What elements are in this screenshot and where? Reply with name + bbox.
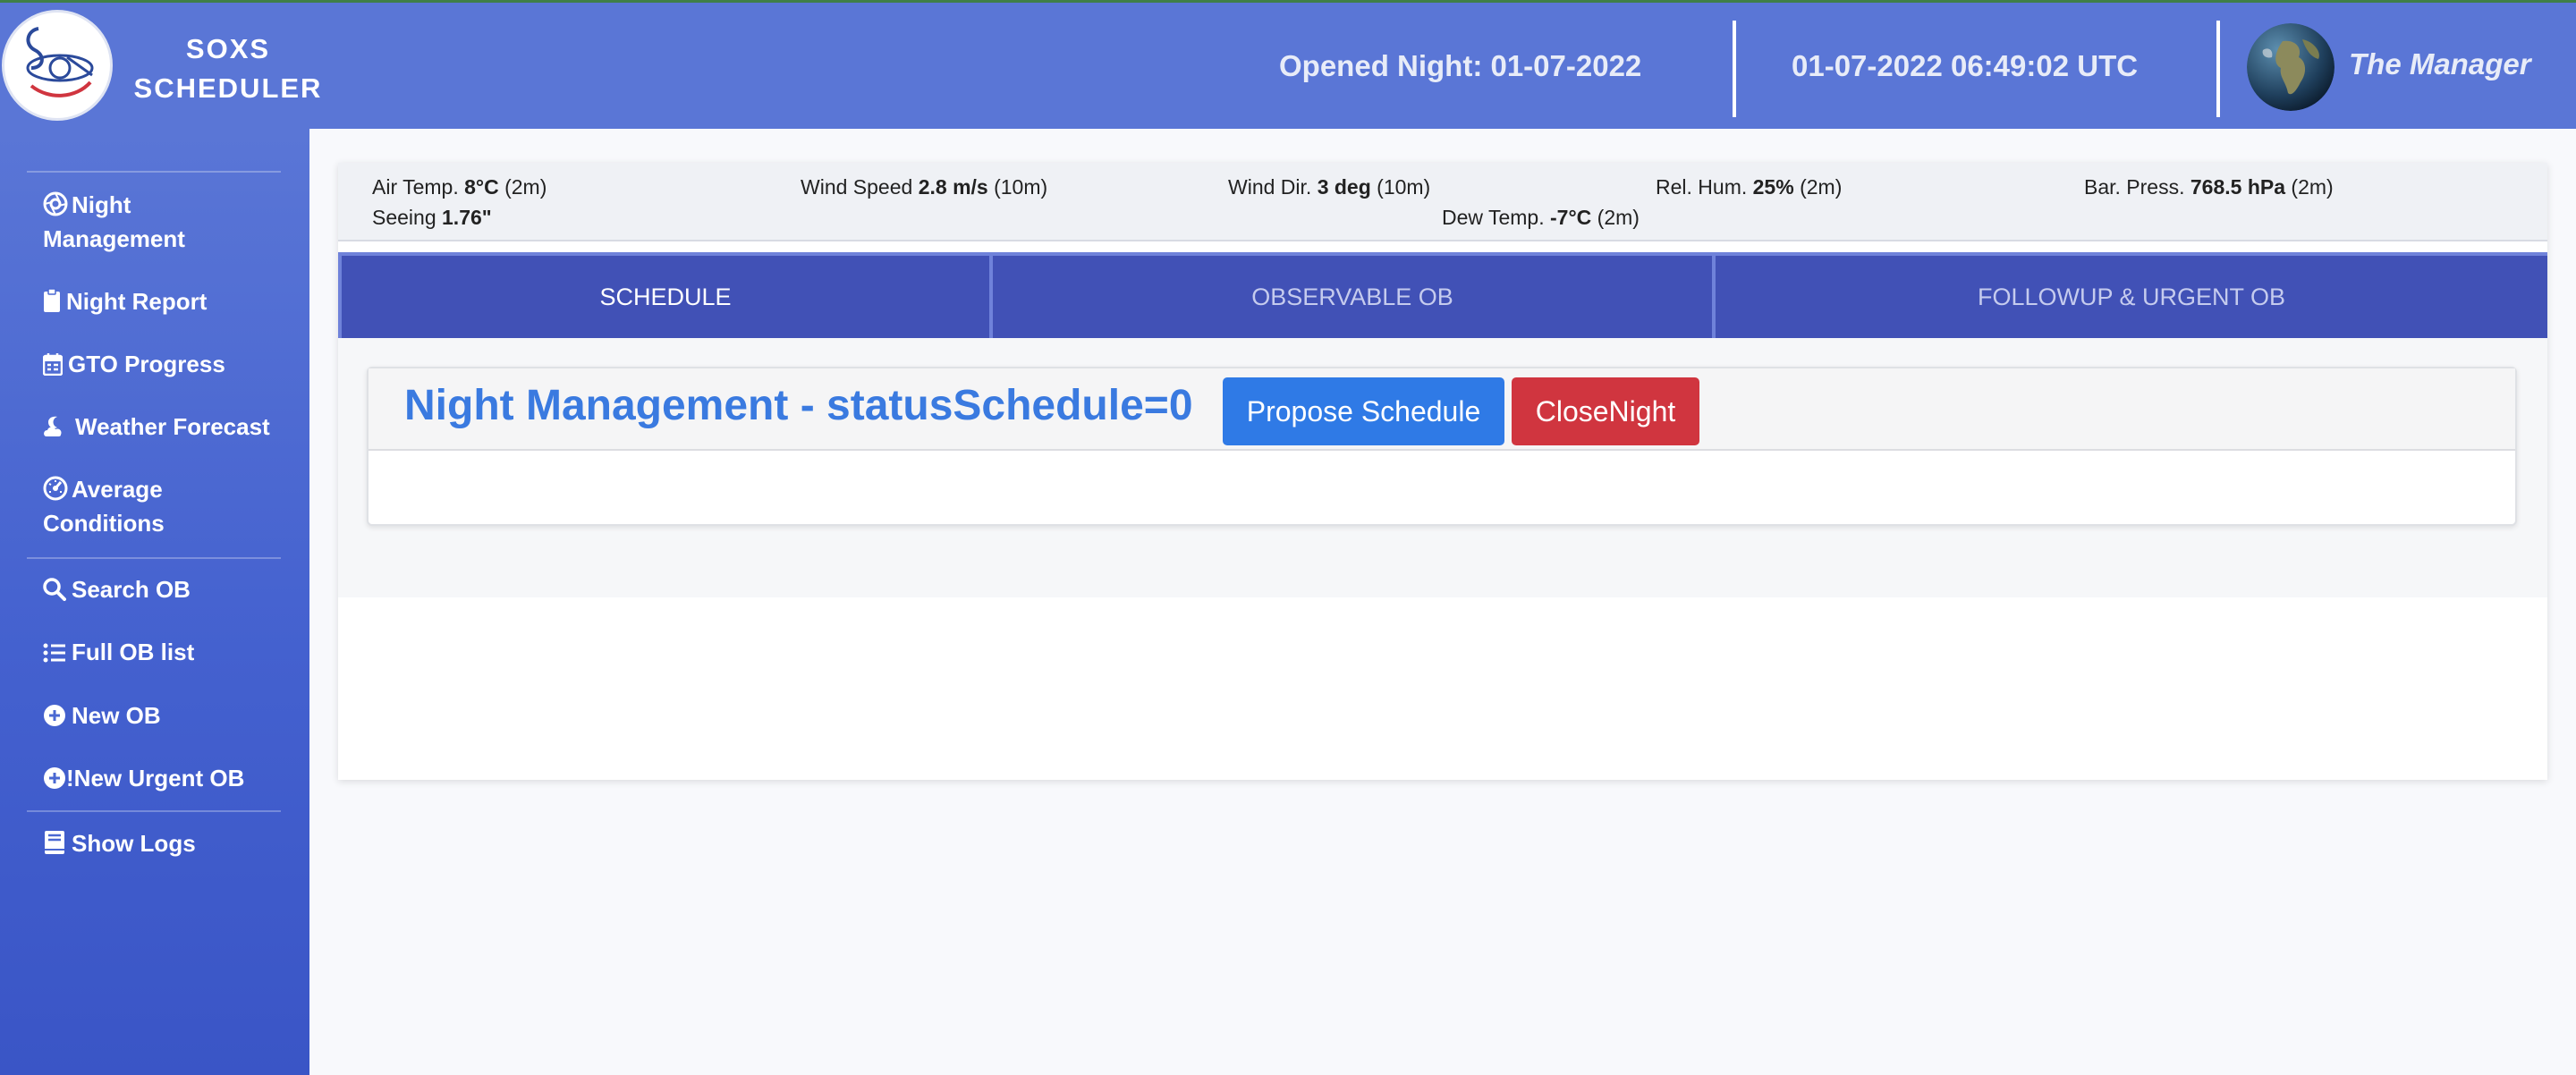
sidebar-item-night-management[interactable]: Night Management [43,188,302,256]
sidebar-item-show-logs[interactable]: Show Logs [43,826,302,860]
tab-bar: SCHEDULE OBSERVABLE OB FOLLOWUP & URGENT… [338,252,2547,338]
sidebar-item-night-report[interactable]: Night Report [43,284,302,318]
gauge-icon [43,476,68,501]
sidebar-item-label: Management [43,225,185,252]
sidebar-item-label: Full OB list [72,639,195,665]
bar-press-reading: Bar. Press. 768.5 hPa (2m) [2084,175,2334,199]
close-night-button[interactable]: CloseNight [1512,377,1699,445]
plus-circle-icon [43,702,68,727]
tab-followup-urgent-ob[interactable]: FOLLOWUP & URGENT OB [1712,252,2547,338]
bar-press-height: (2m) [2291,175,2334,199]
seeing-label: Seeing [372,206,436,229]
user-name[interactable]: The Manager [2349,47,2531,81]
sidebar-item-search-ob[interactable]: Search OB [43,572,302,606]
header-divider [2216,21,2220,117]
sidebar-item-label: New Urgent OB [73,765,245,791]
sidebar-item-label: Night Report [66,288,208,315]
wind-speed-label: Wind Speed [801,175,913,199]
night-management-card: Night Management - statusSchedule=0 Prop… [367,367,2517,526]
wind-dir-reading: Wind Dir. 3 deg (10m) [1228,175,1430,199]
sidebar-item-label: Weather Forecast [75,413,270,440]
sidebar-item-label: GTO Progress [68,351,225,377]
card-header: Night Management - statusSchedule=0 Prop… [369,368,2515,451]
rel-hum-reading: Rel. Hum. 25% (2m) [1656,175,1842,199]
sidebar-item-full-ob-list[interactable]: Full OB list [43,635,302,669]
brand-line-2: SCHEDULER [133,72,323,104]
dew-temp-value: -7°C [1550,206,1592,229]
list-icon [43,639,68,664]
rel-hum-height: (2m) [1800,175,1843,199]
sidebar-item-label: Search OB [72,576,191,603]
header-divider [1733,21,1736,117]
rel-hum-label: Rel. Hum. [1656,175,1748,199]
air-temp-value: 8°C [464,175,499,199]
tab-schedule[interactable]: SCHEDULE [338,252,989,338]
wind-dir-label: Wind Dir. [1228,175,1312,199]
wind-speed-value: 2.8 m/s [918,175,988,199]
bar-press-value: 768.5 hPa [2190,175,2286,199]
tab-observable-ob[interactable]: OBSERVABLE OB [989,252,1712,338]
brand-line-1: SOXS [185,33,271,64]
sidebar-item-average-conditions[interactable]: Average Conditions [43,472,302,540]
clipboard-icon [43,288,63,313]
brand-title: SOXS SCHEDULER [116,30,340,108]
sidebar-divider [27,810,281,812]
wind-speed-height: (10m) [994,175,1048,199]
book-icon [43,830,68,855]
sidebar-item-label: Show Logs [72,830,196,857]
sidebar: Night Management Night Report GTO Progre… [0,129,309,1075]
propose-schedule-button[interactable]: Propose Schedule [1223,377,1504,445]
top-bar: SOXS SCHEDULER Opened Night: 01-07-2022 … [0,0,2576,129]
bar-press-label: Bar. Press. [2084,175,2185,199]
air-temp-label: Air Temp. [372,175,459,199]
cloud-moon-icon [43,413,72,438]
sidebar-item-label: New OB [72,702,161,729]
user-avatar[interactable] [2247,23,2334,111]
sidebar-item-new-urgent-ob[interactable]: !New Urgent OB [43,761,302,795]
opened-night-label: Opened Night: 01-07-2022 [1279,49,1642,82]
aperture-icon [43,191,68,216]
search-icon [43,576,68,601]
seeing-reading: Seeing 1.76" [372,206,492,230]
utc-clock: 01-07-2022 06:49:02 UTC [1792,49,2139,82]
sidebar-divider [27,557,281,559]
wind-speed-reading: Wind Speed 2.8 m/s (10m) [801,175,1047,199]
exclamation-icon: ! [66,765,74,791]
air-temp-reading: Air Temp. 8°C (2m) [372,175,547,199]
sidebar-item-gto-progress[interactable]: GTO Progress [42,347,302,381]
rel-hum-value: 25% [1752,175,1794,199]
air-temp-height: (2m) [504,175,547,199]
page-title: Night Management - statusSchedule=0 [404,382,1193,429]
sidebar-item-new-ob[interactable]: New OB [43,698,302,732]
dew-temp-label: Dew Temp. [1442,206,1545,229]
wind-dir-value: 3 deg [1317,175,1371,199]
dew-temp-height: (2m) [1597,206,1640,229]
dew-temp-reading: Dew Temp. -7°C (2m) [1442,206,1640,230]
sidebar-divider [27,171,281,173]
plus-circle-icon [43,765,66,790]
sidebar-item-label: Night [72,191,131,218]
sidebar-item-weather-forecast[interactable]: Weather Forecast [43,410,302,444]
wind-dir-height: (10m) [1377,175,1431,199]
weather-bar: Air Temp. 8°C (2m) Wind Speed 2.8 m/s (1… [338,163,2547,241]
soxs-logo [2,10,113,121]
sidebar-item-label: Conditions [43,510,165,537]
seeing-value: 1.76" [442,206,492,229]
sidebar-item-label: Average [72,476,163,503]
calendar-icon [42,351,64,377]
